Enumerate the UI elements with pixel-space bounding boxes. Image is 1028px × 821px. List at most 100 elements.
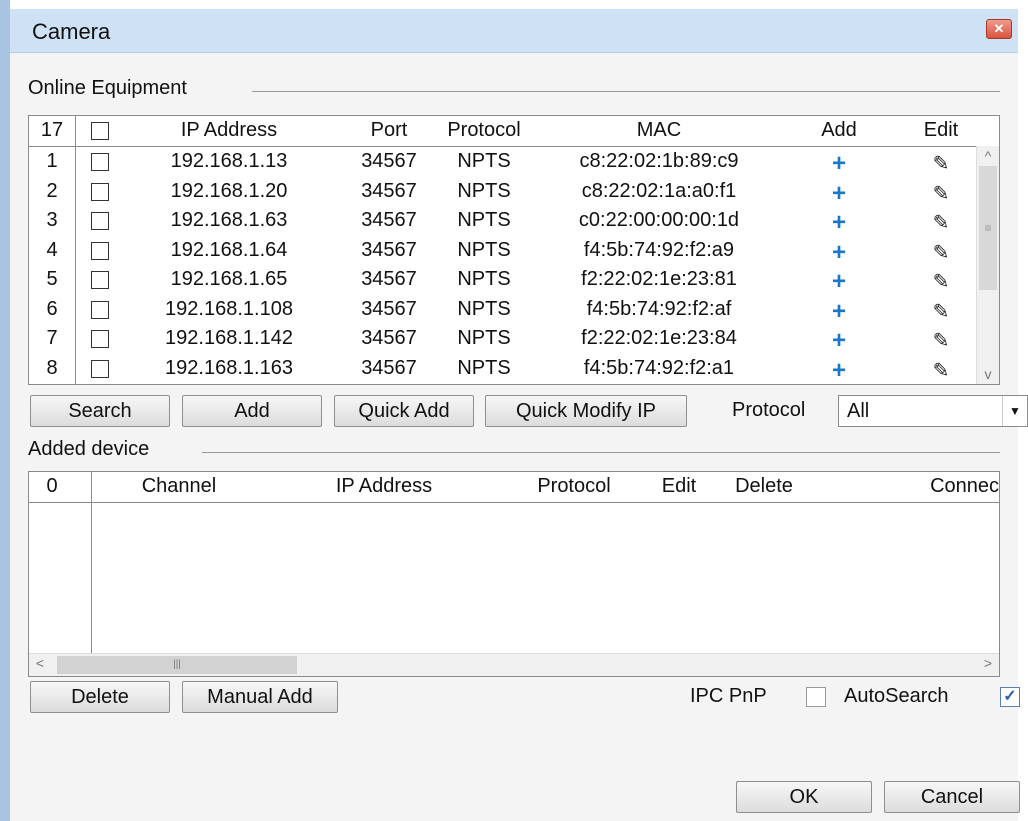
header-edit: Edit — [923, 119, 959, 141]
row-checkbox[interactable] — [91, 359, 109, 378]
row-port: 34567 — [361, 268, 417, 290]
add-icon[interactable]: + — [824, 299, 854, 324]
edit-icon[interactable]: ✎ — [926, 328, 956, 353]
row-ip-address: 192.168.1.13 — [170, 150, 288, 172]
row-checkbox[interactable] — [91, 271, 109, 289]
add-button[interactable]: Add — [182, 395, 322, 427]
row-mac: f2:22:02:1e:23:84 — [581, 327, 737, 349]
row-checkbox[interactable] — [91, 300, 109, 319]
header-edit: Edit — [661, 475, 697, 497]
edit-icon[interactable]: ✎ — [926, 181, 956, 206]
cancel-button[interactable]: Cancel — [884, 781, 1020, 813]
online-table-vertical-scrollbar[interactable]: ^ ≡ v — [976, 146, 999, 384]
row-port: 34567 — [361, 179, 417, 202]
window-left-border — [0, 0, 10, 821]
table-row[interactable]: 3 192.168.1.63 34567 NPTS c0:22:00:00:00:1d +… — [29, 207, 975, 235]
table-row[interactable]: 6 192.168.1.108 34567 NPTS f4:5b:74:92:f2:af… — [29, 296, 975, 324]
header-delete: Delete — [735, 475, 793, 497]
row-protocol: NPTS — [457, 209, 511, 231]
add-icon[interactable]: + — [824, 181, 854, 206]
table-row[interactable]: 8 192.168.1.163 34567 NPTS f4:5b:74:92:f2:a1… — [29, 355, 975, 383]
row-checkbox[interactable] — [91, 182, 109, 201]
manual-add-button[interactable]: Manual Add — [182, 681, 338, 713]
edit-icon[interactable]: ✎ — [926, 210, 956, 235]
protocol-select[interactable]: All ▼ — [838, 395, 1028, 427]
row-port: 34567 — [361, 150, 417, 172]
protocol-filter-label: Protocol — [732, 399, 806, 421]
ipc-pnp-label: IPC PnP — [690, 685, 767, 707]
row-port: 34567 — [361, 327, 417, 349]
row-number: 2 — [46, 179, 58, 202]
edit-icon[interactable]: ✎ — [926, 269, 956, 294]
edit-icon[interactable]: ✎ — [926, 151, 956, 176]
protocol-select-value: All — [847, 400, 870, 422]
table-row[interactable]: 1 192.168.1.13 34567 NPTS c8:22:02:1b:89:c9 +… — [29, 148, 975, 176]
delete-button[interactable]: Delete — [30, 681, 170, 713]
row-protocol: NPTS — [457, 150, 511, 172]
close-icon[interactable]: ✕ — [986, 19, 1012, 39]
added-table-header: 0 Channel IP Address Protocol Edit Delet… — [29, 472, 999, 503]
row-checkbox[interactable] — [91, 241, 109, 260]
row-mac: c8:22:02:1a:a0:f1 — [581, 179, 737, 202]
header-mac: MAC — [636, 119, 682, 141]
scroll-left-icon[interactable]: < — [29, 655, 51, 671]
search-button[interactable]: Search — [30, 395, 170, 427]
autosearch-label: AutoSearch — [844, 685, 949, 707]
scroll-thumb[interactable]: ||| — [57, 656, 297, 674]
quick-add-button[interactable]: Quick Add — [334, 395, 474, 427]
add-icon[interactable]: + — [824, 152, 854, 176]
row-checkbox[interactable] — [91, 212, 109, 230]
ipc-pnp-checkbox[interactable] — [806, 687, 826, 707]
scroll-right-icon[interactable]: > — [977, 655, 999, 671]
row-number: 6 — [46, 297, 58, 320]
edit-icon[interactable]: ✎ — [926, 299, 956, 324]
row-mac: f4:5b:74:92:f2:a9 — [583, 238, 735, 261]
added-table-horizontal-scrollbar[interactable]: < ||| > — [29, 653, 999, 676]
row-checkbox[interactable] — [91, 330, 109, 348]
row-number: 8 — [46, 356, 58, 379]
online-equipment-table: 17 IP Address Port Protocol MAC Add Edit… — [28, 115, 1000, 385]
header-protocol: Protocol — [447, 119, 521, 141]
edit-icon[interactable]: ✎ — [926, 358, 956, 383]
row-number: 3 — [46, 209, 58, 231]
row-mac: f4:5b:74:92:f2:a1 — [583, 356, 735, 379]
added-section-divider — [202, 452, 1000, 453]
header-connect: Connec — [930, 475, 999, 497]
column-divider — [91, 472, 92, 654]
scroll-down-icon[interactable]: v — [977, 366, 999, 382]
row-mac: c8:22:02:1b:89:c9 — [579, 150, 739, 172]
camera-dialog: Online Equipment 17 IP Address Port Prot… — [10, 53, 1028, 821]
row-protocol: NPTS — [457, 268, 511, 290]
row-number: 1 — [46, 150, 58, 172]
table-row[interactable]: 5 192.168.1.65 34567 NPTS f2:22:02:1e:23:81 +… — [29, 266, 975, 294]
select-all-checkbox[interactable] — [91, 122, 109, 140]
row-ip-address: 192.168.1.163 — [165, 356, 293, 379]
online-section-label: Online Equipment — [28, 77, 191, 100]
edit-icon[interactable]: ✎ — [926, 240, 956, 265]
row-port: 34567 — [361, 238, 417, 261]
add-icon[interactable]: + — [824, 358, 854, 383]
header-channel: Channel — [141, 475, 217, 497]
window-title: Camera — [32, 19, 111, 44]
table-row[interactable]: 7 192.168.1.142 34567 NPTS f2:22:02:1e:23:84… — [29, 325, 975, 353]
row-checkbox[interactable] — [91, 153, 109, 171]
add-icon[interactable]: + — [824, 211, 854, 235]
header-count: 0 — [46, 475, 58, 497]
ok-button[interactable]: OK — [736, 781, 872, 813]
scroll-thumb[interactable]: ≡ — [979, 166, 997, 290]
autosearch-checkbox[interactable]: ✓ — [1000, 687, 1020, 707]
add-icon[interactable]: + — [824, 240, 854, 265]
quick-modify-ip-button[interactable]: Quick Modify IP — [485, 395, 687, 427]
table-row[interactable]: 4 192.168.1.64 34567 NPTS f4:5b:74:92:f2:a9 +… — [29, 237, 975, 265]
add-icon[interactable]: + — [824, 329, 854, 353]
scroll-up-icon[interactable]: ^ — [977, 148, 999, 164]
header-ip-address: IP Address — [180, 119, 278, 141]
chevron-down-icon[interactable]: ▼ — [1002, 396, 1027, 426]
header-count: 17 — [40, 119, 64, 141]
row-mac: c0:22:00:00:00:1d — [578, 209, 740, 231]
row-port: 34567 — [361, 297, 417, 320]
add-icon[interactable]: + — [824, 270, 854, 294]
row-number: 7 — [46, 327, 58, 349]
row-mac: f2:22:02:1e:23:81 — [581, 268, 737, 290]
table-row[interactable]: 2 192.168.1.20 34567 NPTS c8:22:02:1a:a0:f1 +… — [29, 178, 975, 206]
